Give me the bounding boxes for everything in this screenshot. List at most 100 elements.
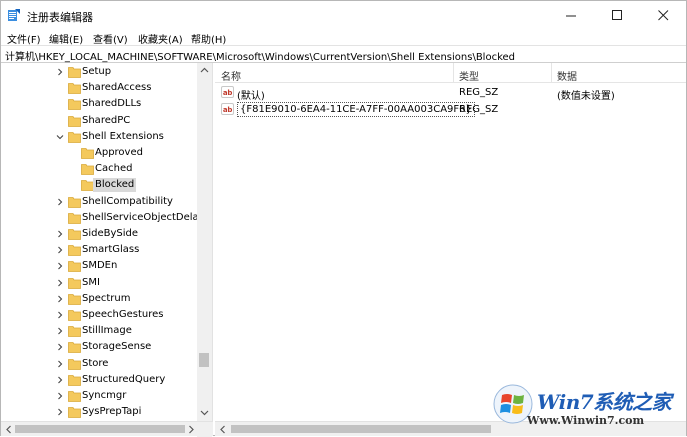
menu-favorites[interactable]: 收藏夹(A) (138, 31, 183, 46)
scroll-left-icon[interactable] (5, 425, 13, 434)
tree-item[interactable]: SharedDLLs (1, 96, 197, 112)
chevron-right-icon[interactable] (56, 246, 64, 254)
chevron-right-icon[interactable] (56, 376, 64, 384)
tree-item-label: Approved (95, 147, 143, 158)
tree-item[interactable]: Cached (1, 161, 197, 177)
chevron-right-icon[interactable] (56, 198, 64, 206)
tree-item[interactable]: StructuredQuery (1, 372, 197, 388)
folder-icon (68, 212, 81, 224)
scroll-down-icon[interactable] (200, 408, 209, 417)
tree-item[interactable]: Approved (1, 145, 197, 161)
chevron-right-icon[interactable] (56, 311, 64, 319)
list-header: 名称 类型 数据 (215, 63, 686, 83)
tree-item-label: StructuredQuery (82, 373, 166, 385)
folder-icon (68, 342, 81, 354)
tree-item-label: SMDEn (82, 260, 118, 272)
site-watermark: Win7系统之家 Www.Winwin7.com (491, 384, 681, 434)
chevron-right-icon[interactable] (56, 279, 64, 287)
scroll-right-icon[interactable] (187, 425, 195, 434)
window-title: 注册表编辑器 (27, 11, 93, 24)
menu-file[interactable]: 文件(F) (7, 31, 41, 46)
column-header-type[interactable]: 类型 (459, 68, 479, 83)
tree-item[interactable]: SMI (1, 275, 197, 291)
tree-item[interactable]: ShellServiceObjectDelayLoad (1, 210, 212, 226)
chevron-right-icon[interactable] (56, 68, 64, 76)
folder-icon (68, 131, 81, 143)
registry-editor-window: 注册表编辑器 文件(F) 编辑(E) 查看(V) 收藏夹(A) 帮助(H) 计算… (0, 0, 687, 437)
registry-key-tree[interactable]: Setup SharedAccess SharedDLLs SharedPC Shell… (1, 63, 213, 421)
folder-icon (68, 391, 81, 402)
tree-scroll-thumb[interactable] (199, 353, 209, 367)
scroll-left-icon[interactable] (219, 425, 227, 434)
tree-item-label: SysPrepTapi (82, 406, 142, 418)
menu-edit[interactable]: 编辑(E) (49, 31, 83, 46)
tree-item[interactable]: Syncmgr (1, 388, 197, 404)
column-separator[interactable] (551, 63, 552, 83)
scroll-up-icon[interactable] (200, 66, 209, 75)
chevron-right-icon[interactable] (56, 262, 64, 270)
tree-item[interactable]: SideBySide (1, 226, 197, 242)
close-button[interactable] (640, 1, 686, 29)
address-bar[interactable]: 计算机\HKEY_LOCAL_MACHINE\SOFTWARE\Microsof… (1, 45, 686, 63)
tree-item[interactable]: Store (1, 356, 197, 372)
chevron-right-icon[interactable] (56, 343, 64, 351)
tree-item[interactable]: ShellCompatibility (1, 194, 197, 210)
tree-item[interactable]: Spectrum (1, 291, 197, 307)
tree-item[interactable]: Blocked (1, 177, 197, 193)
menu-help[interactable]: 帮助(H) (191, 31, 226, 46)
registry-values-list[interactable]: 名称 类型 数据 ab (默认) REG_SZ (数值未设置) ab {F81E9010-… (215, 63, 686, 421)
tree-item[interactable]: SMDEn (1, 258, 197, 274)
watermark-text: Win7系统之家 (537, 390, 672, 414)
string-value-icon: ab (221, 103, 234, 115)
column-header-data[interactable]: 数据 (557, 68, 577, 83)
tree-item[interactable]: Setup (1, 64, 197, 80)
tree-item[interactable]: SharedAccess (1, 80, 197, 96)
tree-item-label: SharedDLLs (82, 98, 142, 110)
tree-horizontal-scrollbar[interactable] (1, 421, 213, 437)
folder-icon (68, 83, 81, 95)
tree-item-label: SharedAccess (82, 82, 152, 94)
folder-icon (68, 310, 81, 321)
tree-hscroll-thumb[interactable] (15, 425, 185, 433)
column-separator[interactable] (453, 63, 454, 83)
list-hscroll-thumb[interactable] (231, 425, 491, 433)
folder-icon (68, 358, 81, 370)
title-bar[interactable]: 注册表编辑器 (1, 1, 686, 29)
tree-item-label: StillImage (82, 325, 132, 337)
tree-item[interactable]: Shell Extensions (1, 129, 197, 145)
maximize-icon (611, 9, 622, 20)
tree-item-label: Store (82, 357, 109, 369)
chevron-right-icon[interactable] (56, 392, 64, 400)
chevron-right-icon[interactable] (56, 295, 64, 303)
tree-item[interactable]: SmartGlass (1, 242, 197, 258)
value-data: (数值未设置) (557, 91, 615, 102)
tree-item-label: SMI (82, 276, 100, 288)
tree-item[interactable]: SpeechGestures (1, 307, 197, 323)
chevron-down-icon[interactable] (56, 133, 64, 141)
folder-icon (68, 277, 81, 289)
maximize-button[interactable] (594, 1, 640, 29)
folder-icon (68, 326, 81, 338)
folder-icon (81, 148, 94, 159)
list-item[interactable]: ab {F81E9010-6EA4-11CE-A7FF-00AA003CA9F6}… (215, 101, 686, 118)
chevron-right-icon[interactable] (56, 327, 64, 335)
folder-icon (68, 407, 81, 419)
chevron-right-icon[interactable] (56, 408, 64, 416)
value-name-edit-field[interactable]: {F81E9010-6EA4-11CE-A7FF-00AA003CA9F6} (237, 102, 475, 117)
tree-item[interactable]: SysPrepTapi (1, 404, 197, 420)
folder-icon (68, 115, 81, 127)
regedit-app-icon (8, 9, 20, 21)
tree-item[interactable]: StillImage (1, 323, 197, 339)
column-header-name[interactable]: 名称 (221, 68, 241, 83)
list-item[interactable]: ab (默认) REG_SZ (数值未设置) (215, 84, 686, 102)
minimize-button[interactable] (548, 1, 594, 29)
tree-item[interactable]: SharedPC (1, 113, 197, 129)
chevron-right-icon[interactable] (56, 230, 64, 238)
tree-item[interactable]: StorageSense (1, 339, 197, 355)
tree-vertical-scrollbar[interactable] (197, 63, 212, 421)
chevron-right-icon[interactable] (56, 360, 64, 368)
tree-item-label: Cached (95, 163, 133, 175)
menu-view[interactable]: 查看(V) (93, 31, 128, 46)
folder-icon (81, 164, 94, 176)
minimize-icon (565, 15, 576, 16)
